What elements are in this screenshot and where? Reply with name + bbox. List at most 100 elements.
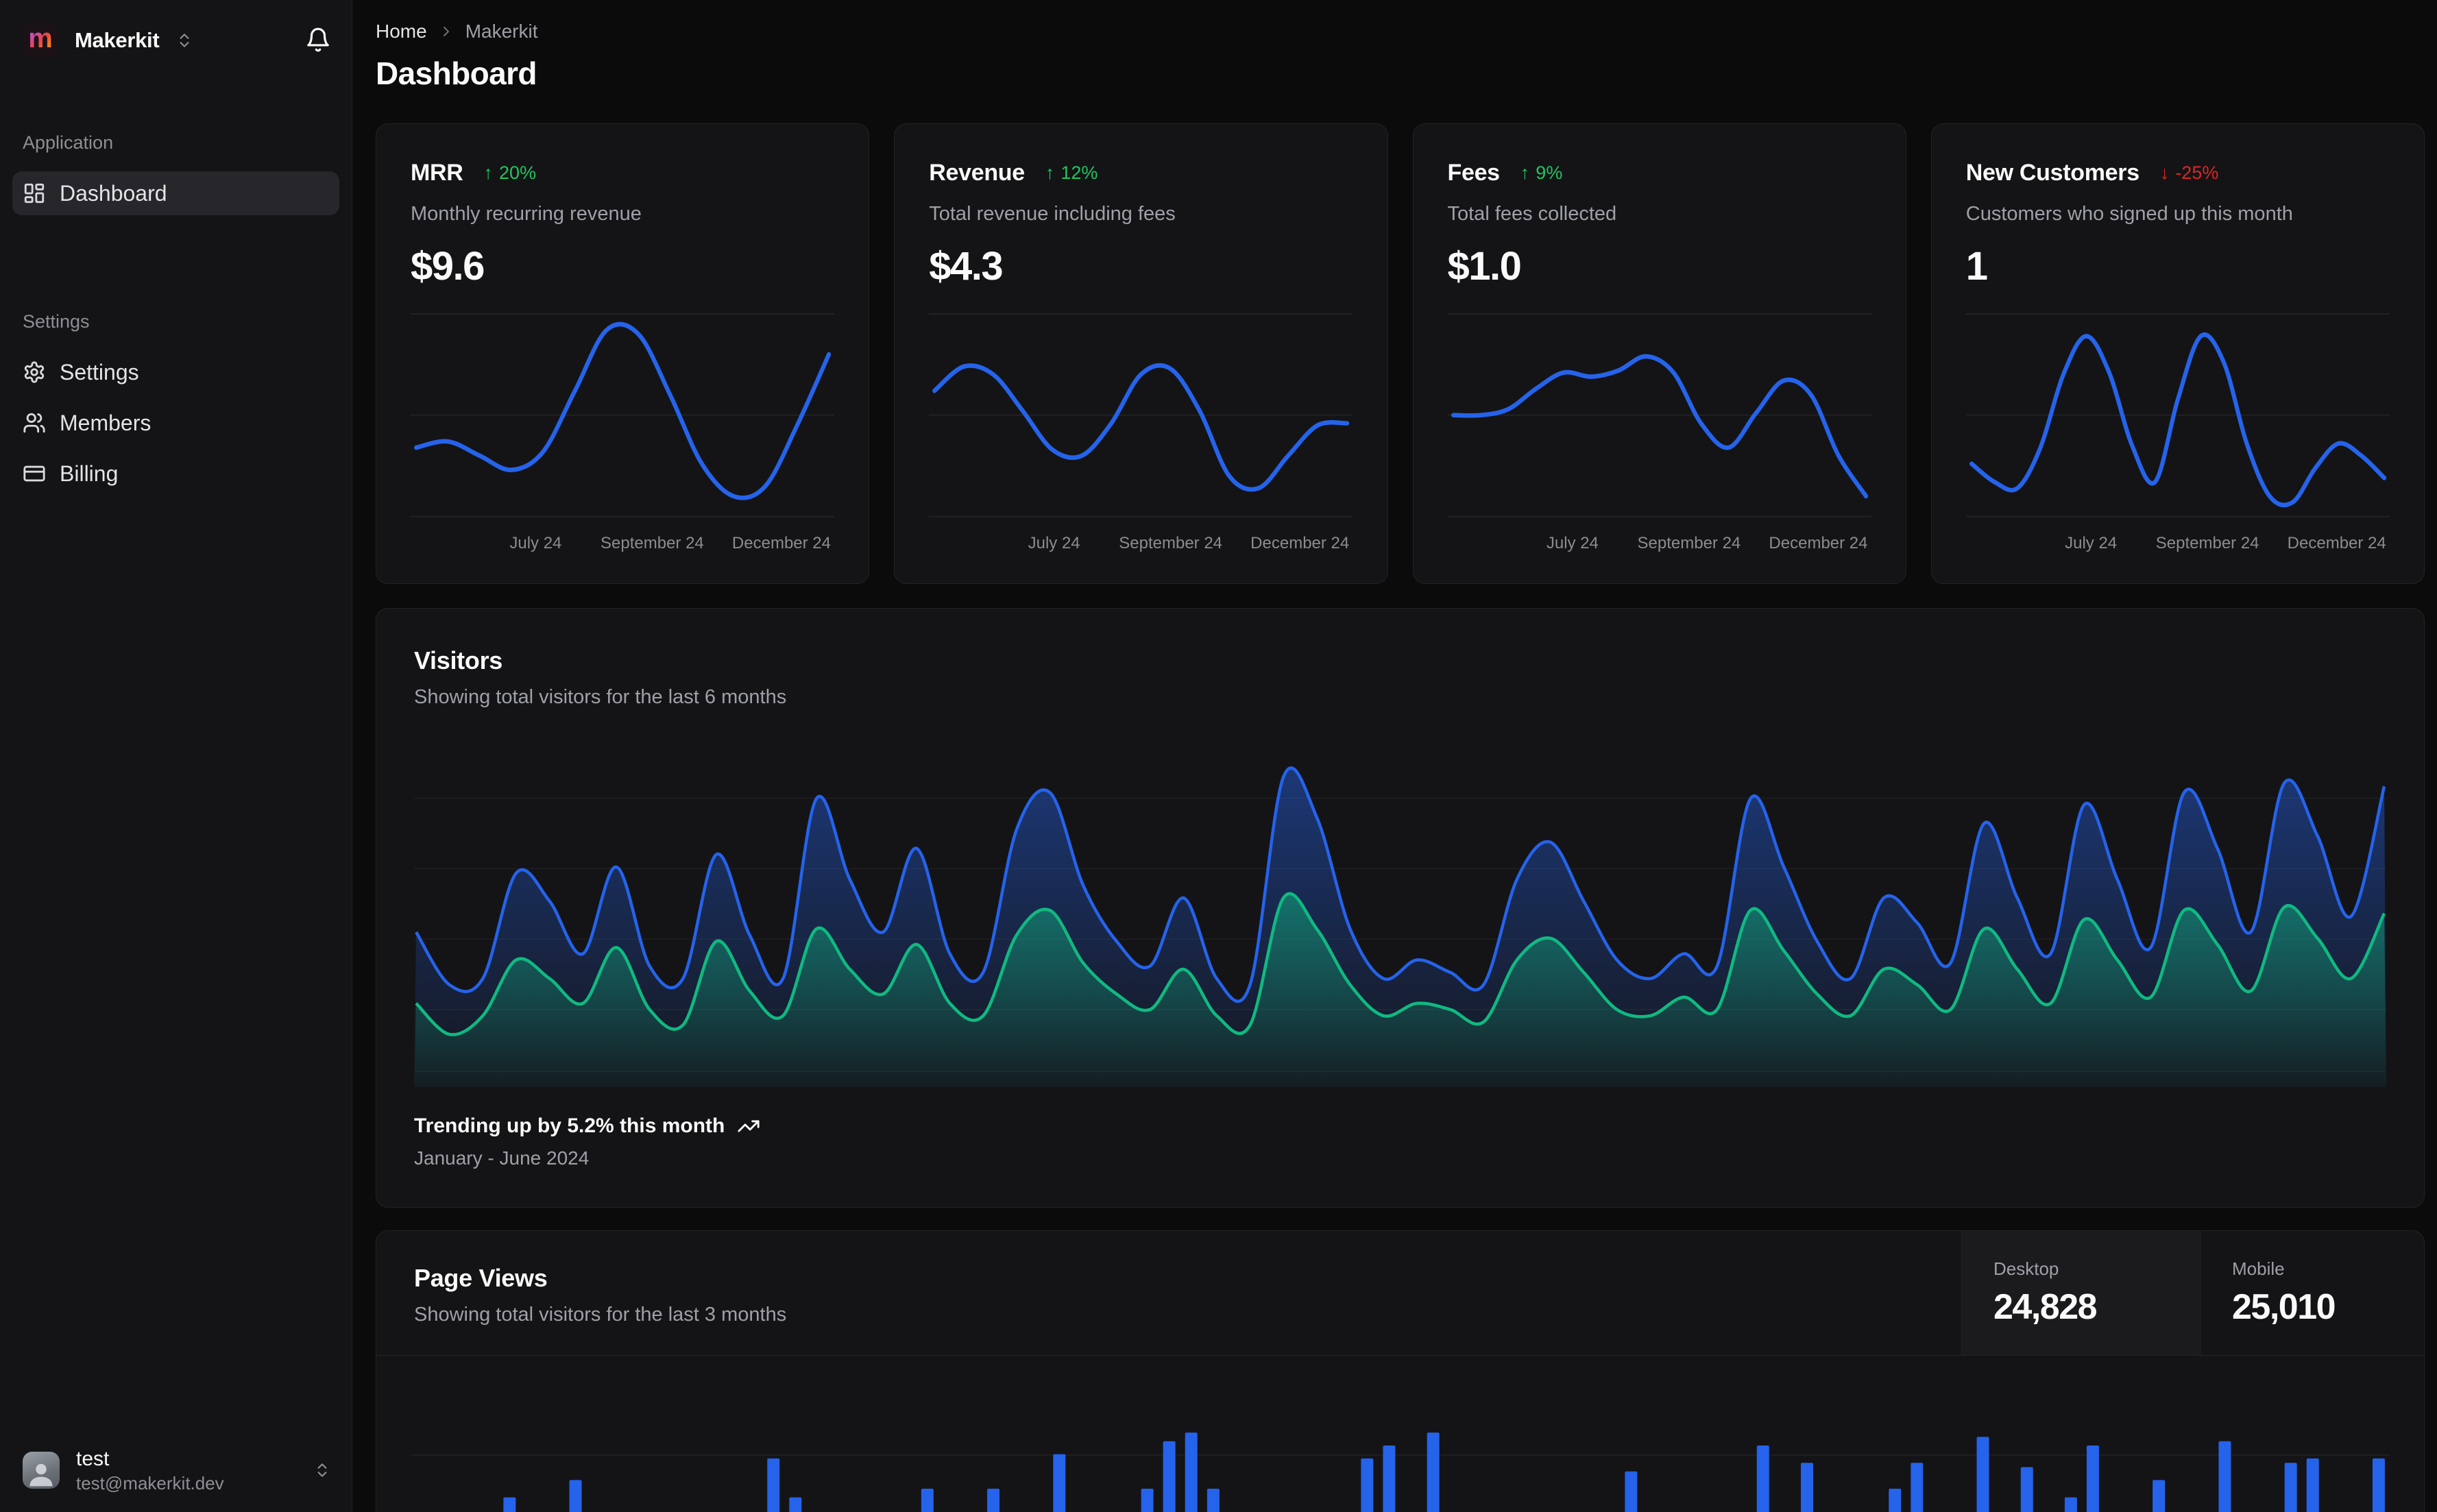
stat-description: Total fees collected bbox=[1447, 203, 1617, 225]
visitors-date-range: January - June 2024 bbox=[414, 1147, 590, 1169]
bell-icon bbox=[307, 27, 329, 51]
workspace-switcher[interactable]: m Makerkit bbox=[23, 23, 193, 58]
page-title: Dashboard bbox=[376, 56, 537, 91]
visitors-title: Visitors bbox=[414, 646, 502, 674]
x-axis-labels: July 24 September 24 December 24 bbox=[1448, 534, 1871, 563]
person-silhouette-icon bbox=[29, 1463, 53, 1487]
trend-arrow-icon: ↑ bbox=[1045, 162, 1055, 183]
x-axis-labels: July 24 September 24 December 24 bbox=[1966, 534, 2390, 563]
stat-title: New Customers bbox=[1965, 160, 2139, 186]
x-tick: December 24 bbox=[731, 534, 832, 552]
main-content: Home Makerkit Dashboard MRR ↑ 20% Monthly… bbox=[352, 0, 2437, 1512]
notifications-button[interactable] bbox=[305, 25, 331, 56]
stat-card-revenue: Revenue ↑ 12% Total revenue including fee… bbox=[894, 123, 1388, 584]
settings-icon bbox=[24, 361, 45, 383]
trend-value: 9% bbox=[1536, 162, 1563, 183]
x-tick: July 24 bbox=[509, 534, 562, 552]
page-views-titles: Page Views Showing total visitors for th… bbox=[376, 1231, 1961, 1355]
user-name: test bbox=[76, 1448, 110, 1470]
stats-row: MRR ↑ 20% Monthly recurring revenue $9.6 … bbox=[376, 123, 2425, 584]
page-views-header: Page Views Showing total visitors for th… bbox=[376, 1231, 2424, 1356]
chevrons-up-down-icon bbox=[180, 34, 189, 47]
user-meta: test test@makerkit.dev bbox=[76, 1446, 224, 1494]
logo-letter: m bbox=[28, 23, 53, 53]
sidebar-header: m Makerkit bbox=[0, 0, 352, 58]
sidebar-item-label: Dashboard bbox=[60, 180, 167, 206]
sidebar-item-members[interactable]: Members bbox=[12, 401, 339, 445]
stat-value: $9.6 bbox=[411, 244, 485, 289]
trend-badge: ↑ 20% bbox=[484, 162, 537, 184]
trend-value: -25% bbox=[2175, 162, 2219, 183]
mrr-sparkline-chart bbox=[411, 300, 835, 527]
user-menu[interactable]: test test@makerkit.dev bbox=[0, 1430, 352, 1512]
sidebar: m Makerkit Application Dashboard Setting… bbox=[0, 0, 352, 1512]
section-label-application: Application bbox=[23, 132, 114, 153]
stat-card-fees: Fees ↑ 9% Total fees collected $1.0 July … bbox=[1412, 123, 1906, 584]
stat-card-new-customers: New Customers ↓ -25% Customers who signed… bbox=[1930, 123, 2425, 584]
stat-value: 1 bbox=[1965, 244, 1988, 289]
tab-label: Desktop bbox=[1993, 1258, 2059, 1279]
stat-description: Total revenue including fees bbox=[929, 203, 1176, 225]
section-label-settings: Settings bbox=[23, 311, 90, 332]
trend-badge: ↑ 9% bbox=[1520, 162, 1563, 184]
x-tick: December 24 bbox=[1769, 534, 1868, 552]
page-views-card: Page Views Showing total visitors for th… bbox=[376, 1230, 2425, 1512]
page-views-subtitle: Showing total visitors for the last 3 mo… bbox=[414, 1304, 787, 1326]
trending-up-icon bbox=[738, 1120, 760, 1132]
fees-sparkline-chart bbox=[1447, 300, 1871, 527]
x-tick: September 24 bbox=[1637, 534, 1741, 552]
sidebar-nav: Application Dashboard Settings Settings … bbox=[0, 58, 352, 502]
sidebar-item-settings[interactable]: Settings bbox=[12, 350, 339, 394]
tab-value: 24,828 bbox=[1993, 1287, 2098, 1327]
sidebar-item-label: Members bbox=[60, 410, 151, 435]
x-tick: December 24 bbox=[2287, 534, 2386, 552]
tab-value: 25,010 bbox=[2232, 1287, 2336, 1327]
members-icon bbox=[23, 413, 45, 433]
stat-title: MRR bbox=[411, 160, 463, 186]
tab-desktop[interactable]: Desktop 24,828 bbox=[1961, 1231, 2200, 1355]
breadcrumb-current: Makerkit bbox=[465, 21, 538, 42]
sidebar-item-dashboard[interactable]: Dashboard bbox=[12, 171, 339, 215]
visitors-area-chart bbox=[414, 735, 2386, 1087]
x-tick: September 24 bbox=[601, 534, 704, 552]
tab-label: Mobile bbox=[2232, 1258, 2285, 1279]
chevron-right-icon bbox=[443, 27, 449, 36]
makerkit-logo: m bbox=[23, 23, 58, 58]
stat-description: Monthly recurring revenue bbox=[411, 203, 642, 225]
x-axis-labels: July 24 September 24 December 24 bbox=[411, 534, 834, 563]
visitors-card: Visitors Showing total visitors for the … bbox=[376, 608, 2425, 1208]
trend-arrow-icon: ↑ bbox=[1520, 162, 1530, 183]
x-tick: July 24 bbox=[1546, 534, 1599, 552]
visitors-subtitle: Showing total visitors for the last 6 mo… bbox=[414, 686, 787, 708]
trend-badge: ↑ 12% bbox=[1045, 162, 1098, 184]
stat-title: Revenue bbox=[929, 160, 1025, 186]
x-tick: September 24 bbox=[1119, 534, 1223, 552]
page-views-title: Page Views bbox=[414, 1264, 548, 1292]
new-customers-sparkline-chart bbox=[1965, 300, 2390, 527]
x-tick: July 24 bbox=[1028, 534, 1080, 552]
user-email: test@makerkit.dev bbox=[76, 1472, 224, 1493]
sidebar-item-label: Billing bbox=[60, 461, 119, 486]
trend-arrow-icon: ↑ bbox=[483, 162, 494, 183]
stat-card-mrr: MRR ↑ 20% Monthly recurring revenue $9.6 … bbox=[376, 123, 870, 584]
stat-title: Fees bbox=[1447, 160, 1501, 186]
visitors-footer: Trending up by 5.2% this month January -… bbox=[414, 1114, 2386, 1169]
stat-value: $1.0 bbox=[1447, 244, 1522, 289]
x-axis-labels: July 24 September 24 December 24 bbox=[929, 534, 1353, 563]
trend-value: 20% bbox=[499, 162, 537, 183]
x-tick: December 24 bbox=[1250, 534, 1350, 552]
trend-value: 12% bbox=[1060, 162, 1098, 183]
app-root: m Makerkit Application Dashboard Setting… bbox=[0, 0, 2437, 1512]
chevrons-up-down-icon bbox=[317, 1463, 327, 1477]
avatar bbox=[23, 1452, 60, 1489]
breadcrumb-home-link[interactable]: Home bbox=[376, 21, 427, 42]
visitors-trend-text: Trending up by 5.2% this month bbox=[414, 1114, 725, 1137]
tab-mobile[interactable]: Mobile 25,010 bbox=[2200, 1231, 2424, 1355]
workspace-name: Makerkit bbox=[75, 28, 160, 52]
stat-description: Customers who signed up this month bbox=[1965, 203, 2293, 225]
x-tick: September 24 bbox=[2155, 534, 2259, 552]
stat-value: $4.3 bbox=[929, 244, 1003, 289]
dashboard-icon bbox=[24, 183, 45, 204]
sidebar-item-billing[interactable]: Billing bbox=[12, 452, 339, 496]
sidebar-item-label: Settings bbox=[60, 359, 139, 385]
